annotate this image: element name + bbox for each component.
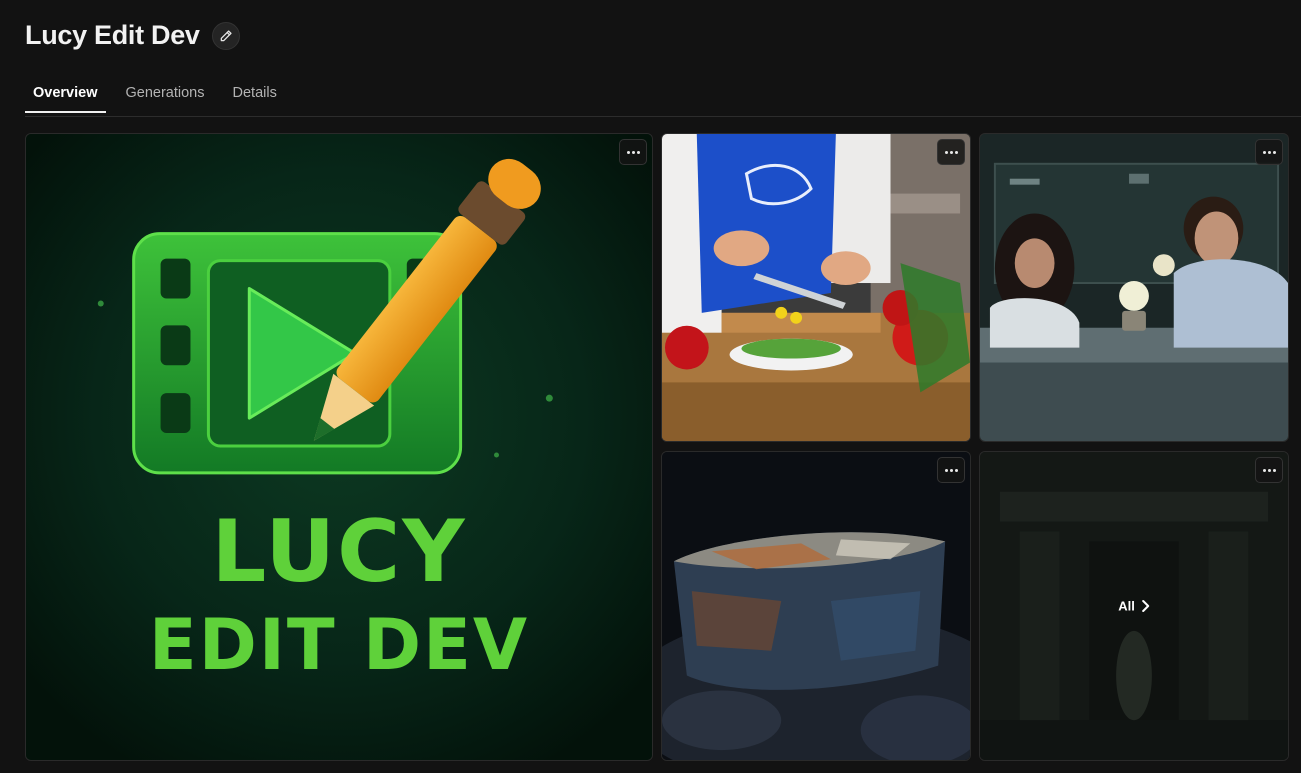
- more-options-button[interactable]: [937, 139, 965, 165]
- tab-bar: Overview Generations Details: [25, 78, 297, 113]
- more-options-button[interactable]: [937, 457, 965, 483]
- more-options-button[interactable]: [619, 139, 647, 165]
- pencil-icon: [220, 29, 232, 41]
- chef-cutting-vegetables-image: [662, 134, 970, 441]
- generation-tile[interactable]: [661, 133, 971, 442]
- more-options-button[interactable]: [1255, 457, 1283, 483]
- tab-details[interactable]: Details: [225, 78, 285, 112]
- chevron-right-icon: [1141, 600, 1149, 612]
- view-all-link[interactable]: All: [1118, 599, 1150, 614]
- view-all-tile[interactable]: All: [979, 451, 1289, 761]
- tabs-divider: [25, 116, 1301, 117]
- ellipsis-icon: [1262, 468, 1266, 472]
- edit-title-button[interactable]: [211, 21, 240, 50]
- hero-title-line2: EDIT DEV: [148, 604, 530, 686]
- ellipsis-icon: [1262, 150, 1266, 154]
- page-title: Lucy Edit Dev: [25, 20, 200, 50]
- ellipsis-icon: [626, 150, 630, 154]
- rusty-metal-box-image: [662, 452, 970, 760]
- more-options-button[interactable]: [1255, 139, 1283, 165]
- page-header: Lucy Edit Dev: [25, 20, 240, 51]
- couple-at-table-image: [980, 134, 1288, 441]
- hero-title-line1: LUCY: [211, 502, 467, 602]
- generation-tile[interactable]: [979, 133, 1289, 442]
- view-all-label: All: [1118, 598, 1135, 614]
- tab-generations[interactable]: Generations: [118, 78, 213, 112]
- hero-image-tile[interactable]: LUCY EDIT DEV: [25, 133, 653, 761]
- ellipsis-icon: [944, 468, 948, 472]
- ellipsis-icon: [944, 150, 948, 154]
- generation-tile[interactable]: [661, 451, 971, 761]
- tab-overview[interactable]: Overview: [25, 78, 106, 113]
